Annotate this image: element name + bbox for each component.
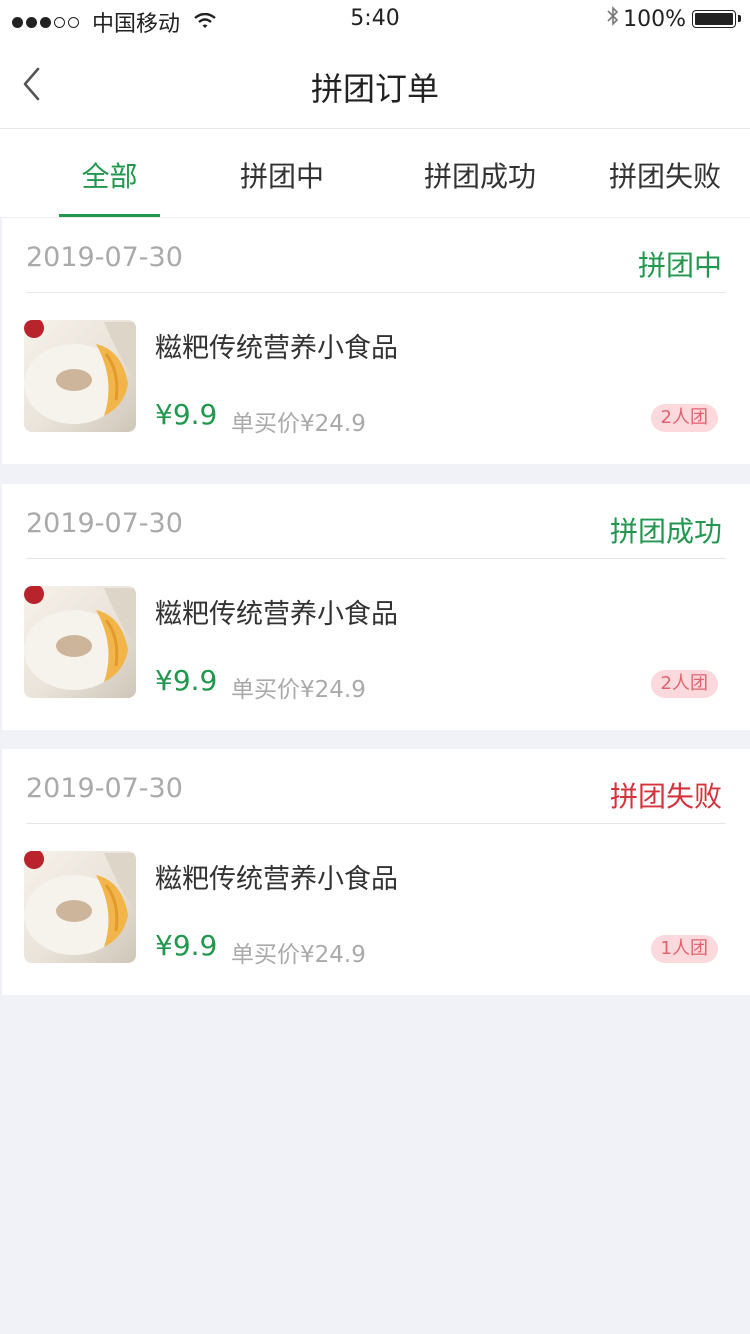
divider [26,823,726,824]
order-date: 2019-07-30 [26,242,183,273]
single-price: 单买价¥24.9 [231,677,366,703]
tab-indicator [59,214,160,217]
product-image[interactable] [24,320,136,432]
product-image[interactable] [24,851,136,963]
order-date: 2019-07-30 [26,508,183,539]
nav-bar: 拼团订单 [0,40,750,129]
order-status: 拼团失败 [609,780,722,813]
group-price: ¥9.9 [155,664,218,697]
order-card[interactable]: 2019-07-30 拼团成功 糍粑传统营养小食品 ¥9.9 单买价¥24.9 … [2,484,750,730]
single-price: 单买价¥24.9 [231,942,366,968]
group-size-badge: 1人团 [650,935,718,963]
order-card[interactable]: 2019-07-30 拼团中 糍粑传统营养小食品 ¥9.9 单买价¥24.9 2… [2,218,750,464]
status-bar: 中国移动 5:40 100% [0,0,750,40]
group-size-badge: 2人团 [650,670,718,698]
divider [26,558,726,559]
group-size-badge: 2人团 [650,404,718,432]
order-status: 拼团中 [637,249,722,282]
product-image[interactable] [24,586,136,698]
tab-failed[interactable]: 拼团失败 [590,155,740,195]
product-name: 糍粑传统营养小食品 [155,864,398,895]
single-price: 单买价¥24.9 [231,411,366,437]
tab-in-progress[interactable]: 拼团中 [222,155,342,195]
page-title: 拼团订单 [310,70,439,108]
tab-success[interactable]: 拼团成功 [405,155,555,195]
group-price: ¥9.9 [155,398,218,431]
product-name: 糍粑传统营养小食品 [155,599,398,630]
bluetooth-icon [607,6,619,32]
tab-bar: 全部 拼团中 拼团成功 拼团失败 [0,129,750,218]
status-right: 100% [607,6,741,32]
order-status: 拼团成功 [609,515,722,548]
battery-percent: 100% [623,6,686,32]
order-card[interactable]: 2019-07-30 拼团失败 糍粑传统营养小食品 ¥9.9 单买价¥24.9 … [2,749,750,995]
divider [26,292,726,293]
product-name: 糍粑传统营养小食品 [155,333,398,364]
battery-icon [692,10,741,28]
order-date: 2019-07-30 [26,773,183,804]
tab-all[interactable]: 全部 [59,155,160,195]
group-price: ¥9.9 [155,929,218,962]
